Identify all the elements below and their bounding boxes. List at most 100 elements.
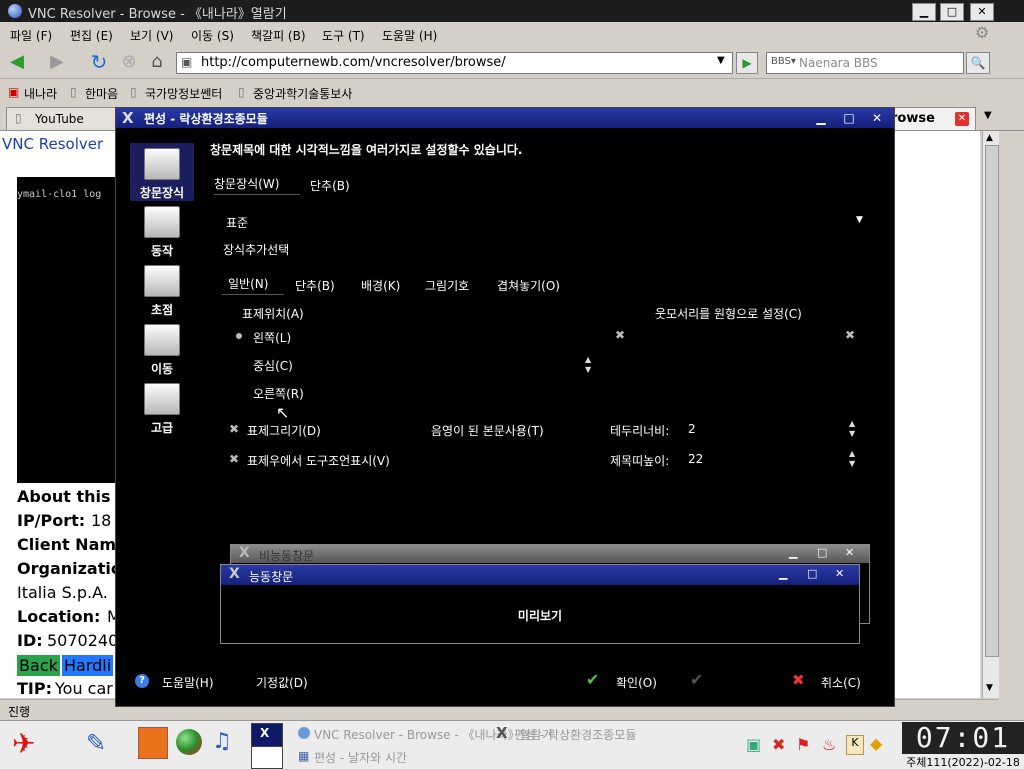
task-settings[interactable]: 편성 - 락상환경조종모듈 bbox=[514, 726, 636, 743]
go-icon[interactable]: ▶ bbox=[736, 52, 758, 74]
reload-icon[interactable]: ↻ bbox=[88, 52, 110, 72]
decoration-option-button[interactable]: 장식추가선택 bbox=[223, 241, 289, 258]
browser-icon[interactable] bbox=[176, 729, 202, 755]
back-arrow-icon[interactable]: ◀ bbox=[6, 52, 28, 72]
help-button[interactable]: 도움말(H) bbox=[162, 674, 214, 691]
radio-selected-icon[interactable] bbox=[236, 333, 242, 339]
subtab-background[interactable]: 배경(K) bbox=[361, 277, 400, 294]
bookmark-network-center[interactable]: 국가망정보쎈터 bbox=[145, 85, 222, 102]
scroll-thumb[interactable] bbox=[985, 145, 999, 657]
focus-icon bbox=[144, 265, 180, 297]
sidebar-label: 초점 bbox=[150, 303, 174, 317]
alert-icon[interactable]: ♨ bbox=[822, 735, 836, 754]
address-bar[interactable]: ▣ http://computernewb.com/vncresolver/br… bbox=[176, 52, 733, 74]
checkbox-x-icon[interactable]: ✖ bbox=[229, 422, 239, 436]
notes-icon[interactable]: ◆ bbox=[870, 734, 882, 753]
dialog-maximize-button[interactable]: □ bbox=[838, 111, 860, 125]
keyboard-layout-icon[interactable]: K bbox=[846, 735, 864, 755]
radio-left[interactable]: 왼쪽(L) bbox=[253, 329, 291, 346]
maximize-button[interactable]: □ bbox=[940, 3, 964, 21]
close-tab-icon[interactable]: ✕ bbox=[955, 112, 969, 126]
volume-muted-icon[interactable]: ✖ bbox=[772, 735, 785, 754]
sidebar-item-decoration[interactable]: 창문장식 bbox=[130, 148, 194, 201]
apply-checkmark-icon[interactable]: ✔ bbox=[690, 670, 703, 689]
show-tooltip-checkbox[interactable]: 표제우에서 도구조언표시(V) bbox=[247, 452, 390, 469]
tab-window-decoration[interactable]: 창문장식(W) bbox=[214, 175, 279, 192]
dialog-minimize-button[interactable]: ▁ bbox=[810, 111, 832, 125]
radio-center[interactable]: 중심(C) bbox=[253, 357, 293, 374]
menu-view[interactable]: 보기 (V) bbox=[130, 27, 173, 44]
subtab-general[interactable]: 일반(N) bbox=[228, 275, 268, 292]
tab-browse[interactable]: rowse ✕ bbox=[886, 107, 976, 130]
search-input[interactable]: BBS▾ Naenara BBS bbox=[766, 52, 964, 74]
flag-icon[interactable]: ⚑ bbox=[796, 735, 810, 754]
editor-icon[interactable]: ✎ bbox=[86, 729, 106, 757]
workspace-1[interactable]: X bbox=[251, 723, 283, 747]
page-scrollbar[interactable]: ▲ ▼ bbox=[982, 131, 999, 698]
checkbox-x-icon[interactable]: ✖ bbox=[229, 452, 239, 466]
bookmark-science-news[interactable]: 중앙과학기술통보사 bbox=[253, 85, 352, 102]
border-width-input[interactable]: 2 bbox=[688, 422, 696, 436]
vnc-screenshot: ymail-clo1 log bbox=[17, 177, 115, 483]
x-logo-icon: X bbox=[260, 726, 270, 740]
menu-bookmarks[interactable]: 책갈피 (B) bbox=[251, 27, 306, 44]
minimize-button[interactable]: ▁ bbox=[912, 3, 936, 21]
network-icon[interactable]: ▣ bbox=[746, 735, 761, 754]
home-icon[interactable]: ⌂ bbox=[146, 52, 168, 72]
tab-youtube[interactable]: ▯ YouTube bbox=[6, 107, 118, 130]
checkbox-x-icon[interactable]: ✖ bbox=[615, 328, 625, 342]
dialog-titlebar[interactable]: X 편성 - 락상환경조종모듈 ▁ □ ✕ bbox=[116, 108, 894, 128]
menu-help[interactable]: 도움말 (H) bbox=[382, 27, 437, 44]
task-datetime[interactable]: 편성 - 날자와 시간 bbox=[314, 749, 407, 766]
defaults-button[interactable]: 기정값(D) bbox=[256, 674, 308, 691]
shaded-body-checkbox[interactable]: 음영이 된 본문사용(T) bbox=[431, 422, 544, 439]
menu-file[interactable]: 파일 (F) bbox=[10, 27, 52, 44]
back-button[interactable]: Back bbox=[17, 655, 60, 676]
draw-title-checkbox[interactable]: 표제그리기(D) bbox=[247, 422, 321, 439]
cancel-button[interactable]: 취소(C) bbox=[821, 674, 861, 691]
chevron-down-icon: ▼ bbox=[856, 215, 863, 225]
page-heading[interactable]: VNC Resolver bbox=[2, 135, 103, 153]
x-logo-icon: X bbox=[229, 566, 240, 582]
archive-icon[interactable] bbox=[138, 727, 168, 759]
scroll-up-icon[interactable]: ▲ bbox=[986, 133, 993, 143]
spinner-arrows-icon[interactable]: ▲ ▼ bbox=[585, 355, 591, 375]
document-icon: ▯ bbox=[70, 85, 77, 99]
hardlink-button[interactable]: Hardli bbox=[62, 655, 114, 676]
search-engine-icon[interactable]: BBS▾ bbox=[771, 56, 796, 67]
sidebar-item-moving[interactable]: 이동 bbox=[130, 324, 194, 377]
dialog-close-button[interactable]: ✕ bbox=[866, 111, 888, 125]
forward-arrow-icon[interactable]: ▶ bbox=[46, 52, 68, 72]
subtab-buttons[interactable]: 단추(B) bbox=[295, 277, 335, 294]
start-menu-icon[interactable]: ✈ bbox=[12, 727, 35, 760]
spinner-arrows-icon[interactable]: ▲ ▼ bbox=[849, 419, 855, 439]
subtab-icons[interactable]: 그림기호 bbox=[425, 277, 469, 294]
stop-icon[interactable]: ⊗ bbox=[118, 52, 140, 72]
rounded-corners-label: 웃모서리를 원형으로 설정(C) bbox=[655, 307, 802, 321]
radio-right[interactable]: 오른쪽(R) bbox=[253, 385, 304, 402]
bookmark-hanmaeum[interactable]: 한마음 bbox=[85, 85, 118, 102]
subtab-overlay[interactable]: 겹쳐놓기(O) bbox=[497, 277, 560, 294]
tab-buttons[interactable]: 단추(B) bbox=[310, 177, 350, 194]
ok-button[interactable]: 확인(O) bbox=[616, 674, 657, 691]
bookmark-naenara[interactable]: 내나라 bbox=[24, 85, 57, 102]
sidebar-item-focus[interactable]: 초점 bbox=[130, 265, 194, 318]
dropdown-arrow-icon[interactable]: ▼ bbox=[717, 55, 725, 66]
sidebar-item-advanced[interactable]: 고급 bbox=[130, 383, 194, 436]
search-icon[interactable]: 🔍 bbox=[966, 52, 990, 74]
title-height-input[interactable]: 22 bbox=[688, 452, 703, 466]
spinner-arrows-icon[interactable]: ▲ ▼ bbox=[849, 449, 855, 469]
menu-tools[interactable]: 도구 (T) bbox=[322, 27, 365, 44]
menu-go[interactable]: 이동 (S) bbox=[191, 27, 234, 44]
minimize-icon: ▁ bbox=[779, 567, 788, 580]
style-select[interactable]: 표준 ▼ bbox=[216, 208, 870, 234]
menu-edit[interactable]: 편집 (E) bbox=[70, 27, 113, 44]
tip-value: You car bbox=[55, 679, 113, 698]
close-button[interactable]: ✕ bbox=[970, 3, 994, 21]
sidebar-item-actions[interactable]: 동작 bbox=[130, 206, 194, 259]
checkbox-x-icon[interactable]: ✖ bbox=[845, 328, 855, 342]
scroll-down-icon[interactable]: ▼ bbox=[986, 683, 993, 693]
tab-list-icon[interactable]: ▼ bbox=[984, 110, 992, 121]
workspace-2[interactable] bbox=[251, 746, 283, 769]
media-icon[interactable]: ♫ bbox=[212, 729, 232, 754]
